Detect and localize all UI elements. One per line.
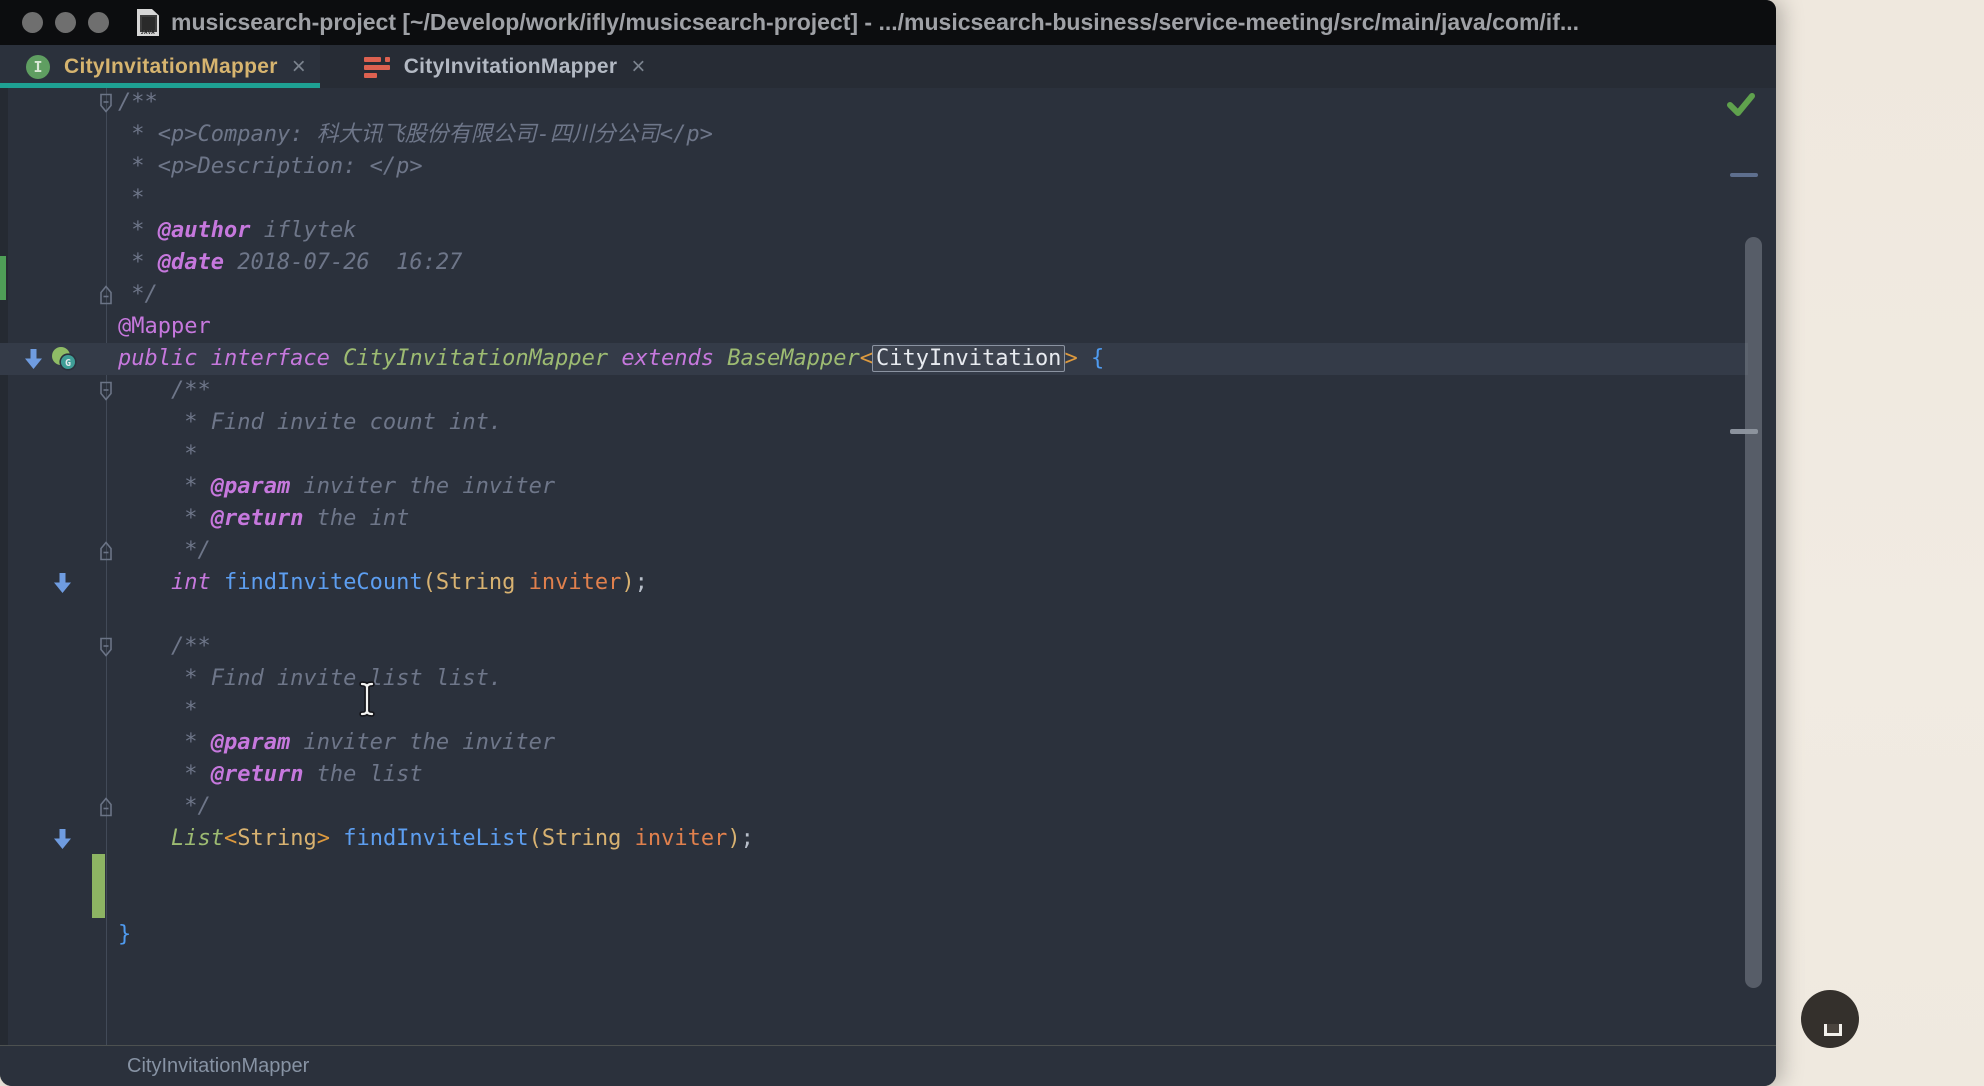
code-text: * @date 2018-07-26 16:27 <box>0 247 1748 279</box>
code-line[interactable]: * <box>0 183 1748 215</box>
code-text: */ <box>0 791 1748 823</box>
fold-start-icon[interactable] <box>99 638 113 657</box>
code-line[interactable]: /** <box>0 631 1748 663</box>
code-text: */ <box>0 279 1748 311</box>
code-text: * @author iflytek <box>0 215 1748 247</box>
window-glyph-icon <box>1824 1024 1842 1036</box>
code-area[interactable]: /** * <p>Company: 科大讯飞股份有限公司-四川分公司</p> *… <box>0 88 1776 951</box>
code-text: * @param inviter the inviter <box>0 727 1748 759</box>
fold-end-icon[interactable] <box>99 286 113 305</box>
code-line[interactable]: public interface CityInvitationMapper ex… <box>0 343 1748 375</box>
code-editor[interactable]: /** * <p>Company: 科大讯飞股份有限公司-四川分公司</p> *… <box>0 88 1776 1046</box>
code-text: * <box>0 183 1748 215</box>
ide-window: JAVA musicsearch-project [~/Develop/work… <box>0 0 1776 1086</box>
code-line[interactable]: } <box>0 919 1748 951</box>
close-tab-icon[interactable]: × <box>631 57 645 77</box>
fold-start-icon[interactable] <box>99 94 113 113</box>
code-text: * <box>0 695 1748 727</box>
svg-text:G: G <box>65 358 71 369</box>
code-line[interactable]: * @return the list <box>0 759 1748 791</box>
zoom-window-button[interactable] <box>88 12 109 33</box>
code-text: * <p>Description: </p> <box>0 151 1748 183</box>
code-line[interactable]: */ <box>0 791 1748 823</box>
close-tab-icon[interactable]: × <box>292 57 306 77</box>
mybatis-mapper-file-icon <box>364 55 390 79</box>
close-window-button[interactable] <box>22 12 43 33</box>
code-text: * Find invite count int. <box>0 407 1748 439</box>
mouse-ibeam-cursor <box>358 680 376 718</box>
code-line[interactable] <box>0 887 1748 919</box>
tab-label: CityInvitationMapper <box>404 55 618 79</box>
editor-tab-bar: I CityInvitationMapper × CityInvitationM… <box>0 45 1776 89</box>
code-text: * @return the list <box>0 759 1748 791</box>
java-file-icon: JAVA <box>137 9 159 36</box>
tab-cityinvitationmapper-java[interactable]: I CityInvitationMapper × <box>0 45 320 88</box>
goto-mapper-xml-arrow-icon[interactable] <box>53 572 72 594</box>
code-line[interactable]: * Find invite count int. <box>0 407 1748 439</box>
code-line[interactable] <box>0 855 1748 887</box>
code-line[interactable]: * <box>0 695 1748 727</box>
mybatis-mapper-icon[interactable]: G <box>50 346 78 372</box>
code-text: public interface CityInvitationMapper ex… <box>0 343 1748 375</box>
code-text: List<String> findInviteList(String invit… <box>0 823 1748 855</box>
java-file-icon-label: JAVA <box>137 30 159 36</box>
code-text: * <p>Company: 科大讯飞股份有限公司-四川分公司</p> <box>0 119 1748 151</box>
code-text: /** <box>0 88 1748 119</box>
code-text: /** <box>0 375 1748 407</box>
code-text: /** <box>0 631 1748 663</box>
code-line[interactable]: * Find invite list list. <box>0 663 1748 695</box>
code-text: */ <box>0 535 1748 567</box>
code-line[interactable]: * @param inviter the inviter <box>0 727 1748 759</box>
code-line[interactable]: */ <box>0 535 1748 567</box>
code-line[interactable]: * <box>0 439 1748 471</box>
window-title: musicsearch-project [~/Develop/work/ifly… <box>171 9 1579 36</box>
code-text: * Find invite list list. <box>0 663 1748 695</box>
tab-cityinvitationmapper-xml[interactable]: CityInvitationMapper × <box>338 45 660 88</box>
code-line[interactable]: */ <box>0 279 1748 311</box>
interface-icon: I <box>26 55 50 79</box>
desktop-floating-button[interactable] <box>1801 990 1859 1048</box>
title-bar[interactable]: JAVA musicsearch-project [~/Develop/work… <box>0 0 1776 45</box>
inspection-ok-check-icon[interactable] <box>1726 91 1756 119</box>
code-text: @Mapper <box>0 311 1748 343</box>
code-text: * <box>0 439 1748 471</box>
code-line[interactable]: * @return the int <box>0 503 1748 535</box>
error-stripe-mark[interactable] <box>1730 173 1758 177</box>
fold-start-icon[interactable] <box>99 382 113 401</box>
code-line[interactable]: List<String> findInviteList(String invit… <box>0 823 1748 855</box>
breadcrumb-item[interactable]: CityInvitationMapper <box>127 1055 309 1078</box>
code-line[interactable]: * @date 2018-07-26 16:27 <box>0 247 1748 279</box>
code-line[interactable]: * <p>Company: 科大讯飞股份有限公司-四川分公司</p> <box>0 119 1748 151</box>
breadcrumbs-bar: CityInvitationMapper <box>0 1045 1776 1086</box>
goto-mapper-xml-arrow-icon[interactable] <box>24 348 43 370</box>
code-text: * @param inviter the inviter <box>0 471 1748 503</box>
fold-end-icon[interactable] <box>99 798 113 817</box>
selected-token[interactable]: CityInvitation <box>872 345 1065 372</box>
code-line[interactable]: /** <box>0 88 1748 119</box>
code-line[interactable]: /** <box>0 375 1748 407</box>
code-line[interactable]: * <p>Description: </p> <box>0 151 1748 183</box>
code-line[interactable]: int findInviteCount(String inviter); <box>0 567 1748 599</box>
fold-end-icon[interactable] <box>99 542 113 561</box>
minimize-window-button[interactable] <box>55 12 76 33</box>
code-line[interactable]: * @author iflytek <box>0 215 1748 247</box>
code-text: int findInviteCount(String inviter); <box>0 567 1748 599</box>
goto-mapper-xml-arrow-icon[interactable] <box>53 828 72 850</box>
tab-label: CityInvitationMapper <box>64 55 278 79</box>
code-line[interactable]: @Mapper <box>0 311 1748 343</box>
vcs-added-lines-marker[interactable] <box>92 854 105 918</box>
code-line[interactable] <box>0 599 1748 631</box>
code-text: * @return the int <box>0 503 1748 535</box>
vertical-scrollbar-thumb[interactable] <box>1745 237 1762 988</box>
code-text: } <box>0 919 1748 951</box>
code-line[interactable]: * @param inviter the inviter <box>0 471 1748 503</box>
